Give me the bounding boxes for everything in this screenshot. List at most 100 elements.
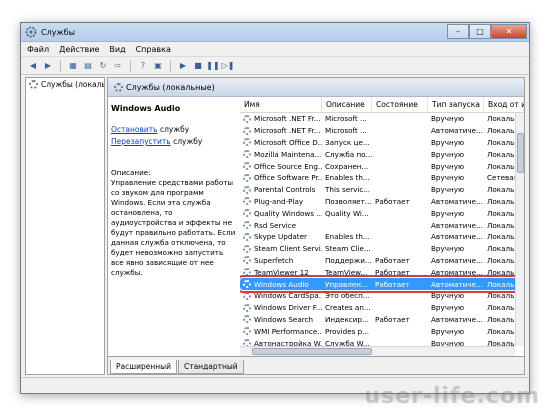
cell-name: Quality Windows ...	[240, 209, 322, 218]
properties-icon[interactable]: ▤	[82, 60, 94, 72]
service-description-text: Описание: Управление средствами работы с…	[111, 168, 236, 277]
column-header-status[interactable]: Состояние	[372, 97, 428, 112]
table-row[interactable]: Microsoft .NET Fr... Microsoft ... Вручную…	[240, 113, 524, 125]
back-icon[interactable]: ◀	[27, 60, 39, 72]
pause-icon[interactable]: ❚❚	[206, 60, 219, 72]
table-row[interactable]: TeamViewer 12 TeamView... Работает Автомати…	[240, 266, 524, 278]
service-gear-icon	[243, 126, 251, 135]
service-description-panel: Windows Audio Остановить службу Перезапу…	[108, 97, 240, 356]
cell-name: Microsoft Office D...	[240, 138, 322, 147]
close-button[interactable]: ✕	[491, 24, 527, 39]
cell-startup-type: Вручную	[431, 208, 464, 218]
menu-view[interactable]: Вид	[109, 45, 125, 54]
maximize-button[interactable]: □	[469, 24, 491, 39]
cell-description: TeamView...	[325, 267, 368, 277]
cell-name: Superfetch	[240, 256, 322, 265]
table-row[interactable]: Office Source Eng... Сохранен... Вручную Ло…	[240, 160, 524, 172]
cell-description: Enables th...	[325, 173, 370, 183]
service-gear-icon	[243, 256, 251, 265]
cell-name-text: Windows Audio	[254, 279, 309, 289]
cell-description: Provides p...	[325, 326, 370, 336]
table-row[interactable]: Windows Search Индексир... Работает Автомат…	[240, 314, 524, 326]
table-row[interactable]: Windows CardSpa... Это обесп... Вручную Лок…	[240, 290, 524, 302]
export-icon[interactable]: ⇨	[112, 60, 124, 72]
table-row[interactable]: Rsd Service Автоматиче... Локальн	[240, 219, 524, 231]
horizontal-scrollbar[interactable]	[240, 346, 515, 356]
column-header-startup-type[interactable]: Тип запуска	[428, 97, 484, 112]
cell-startup-type: Автоматиче...	[431, 267, 483, 277]
console-tree-icon[interactable]: ▦	[67, 60, 79, 72]
table-row[interactable]: Skype Updater Enables th... Автоматиче... Л…	[240, 231, 524, 243]
cell-startup-type: Вручную	[431, 173, 464, 183]
stop-icon[interactable]: ■	[192, 60, 204, 72]
service-gear-icon	[243, 315, 251, 324]
column-header-logon-as[interactable]: Вход от и	[484, 97, 524, 112]
play-icon[interactable]: ▶	[177, 60, 189, 72]
refresh-icon[interactable]: ↻	[97, 60, 109, 72]
cell-description: Microsoft ...	[325, 114, 367, 124]
column-header-description[interactable]: Описание	[322, 97, 372, 112]
cell-startup-type: Автоматиче...	[431, 314, 483, 324]
cell-name: TeamViewer 12	[240, 268, 322, 277]
cell-description: Служба по...	[325, 149, 372, 159]
horizontal-scroll-thumb[interactable]	[252, 348, 372, 355]
cell-name-text: WMI Performance...	[254, 326, 322, 336]
table-row[interactable]: Microsoft Office D... Запуск це... Вручную…	[240, 137, 524, 149]
table-row[interactable]: Windows Audio Управлен... Работает Автомати…	[240, 275, 524, 293]
table-row[interactable]: Mozilla Maintena... Служба по... Вручную Ло…	[240, 148, 524, 160]
service-gear-icon	[243, 268, 251, 277]
cell-startup-type: Автоматиче...	[431, 255, 483, 265]
cell-name: Microsoft .NET Fr...	[240, 114, 322, 123]
tab-standard[interactable]: Стандартный	[177, 360, 244, 374]
restart-link-suffix: службу	[170, 137, 203, 146]
cell-description: Quality Wi...	[325, 208, 369, 218]
menu-file[interactable]: Файл	[27, 45, 49, 54]
table-row[interactable]: Plug-and-Play Позволяет... Работает Автомат…	[240, 196, 524, 208]
cell-name: Rsd Service	[240, 221, 322, 230]
table-row[interactable]: Office Software Pr... Enables th... Вручну…	[240, 172, 524, 184]
minimize-button[interactable]: –	[447, 24, 469, 39]
cell-name-text: Windows Search	[254, 314, 314, 324]
menu-help[interactable]: Справка	[136, 45, 171, 54]
cell-name: Parental Controls	[240, 185, 322, 194]
cell-name: Mozilla Maintena...	[240, 150, 322, 159]
service-gear-icon	[243, 173, 251, 182]
cell-description: Управлен...	[325, 279, 368, 289]
service-gear-icon	[243, 244, 251, 253]
table-row[interactable]: Superfetch Поддержи... Работает Автоматиче.…	[240, 255, 524, 267]
table-row[interactable]: Parental Controls This servic... Вручную Ло…	[240, 184, 524, 196]
table-row[interactable]: Microsoft .NET Fr... Microsoft ... Автомат…	[240, 125, 524, 137]
cell-name-text: Skype Updater	[254, 232, 307, 242]
column-header-name[interactable]: Имя	[240, 97, 322, 112]
forward-icon[interactable]: ▶	[42, 60, 54, 72]
restart-icon[interactable]: ▷❚	[222, 60, 235, 72]
cell-startup-type: Вручную	[431, 303, 464, 313]
vertical-scroll-thumb[interactable]	[517, 133, 524, 173]
tree-item-services-local[interactable]: Службы (локальны	[26, 78, 104, 91]
cell-status: Работает	[375, 255, 410, 265]
vertical-scrollbar[interactable]	[515, 113, 524, 346]
help-icon[interactable]: ?	[137, 60, 149, 72]
cell-startup-type: Автоматиче...	[431, 196, 483, 206]
cell-name: Microsoft .NET Fr...	[240, 126, 322, 135]
cell-description: Это обесп...	[325, 291, 370, 301]
show-icon[interactable]: ▣	[152, 60, 164, 72]
pane-header: Службы (локальные)	[108, 78, 524, 97]
cell-startup-type: Автоматиче...	[431, 220, 483, 230]
table-row[interactable]: WMI Performance... Provides p... Вручную Ло…	[240, 325, 524, 337]
service-gear-icon	[243, 185, 251, 194]
tab-extended[interactable]: Расширенный	[110, 360, 177, 374]
table-row[interactable]: Quality Windows ... Quality Wi... Вручную Л…	[240, 207, 524, 219]
menu-action[interactable]: Действие	[59, 45, 99, 54]
service-gear-icon	[243, 162, 251, 171]
stop-link-suffix: службу	[157, 125, 190, 134]
cell-startup-type: Вручную	[431, 185, 464, 195]
table-row[interactable]: Windows Driver F... Creates an... Вручную Л…	[240, 302, 524, 314]
stop-service-link[interactable]: Остановить	[111, 125, 158, 134]
table-row[interactable]: Steam Client Servi... Steam Clie... Вручну…	[240, 243, 524, 255]
cell-description: Сохранен...	[325, 161, 369, 171]
cell-startup-type: Вручную	[431, 244, 464, 254]
cell-status: Работает	[375, 196, 410, 206]
restart-service-link[interactable]: Перезапустить	[111, 137, 171, 146]
cell-startup-type: Вручную	[431, 137, 464, 147]
